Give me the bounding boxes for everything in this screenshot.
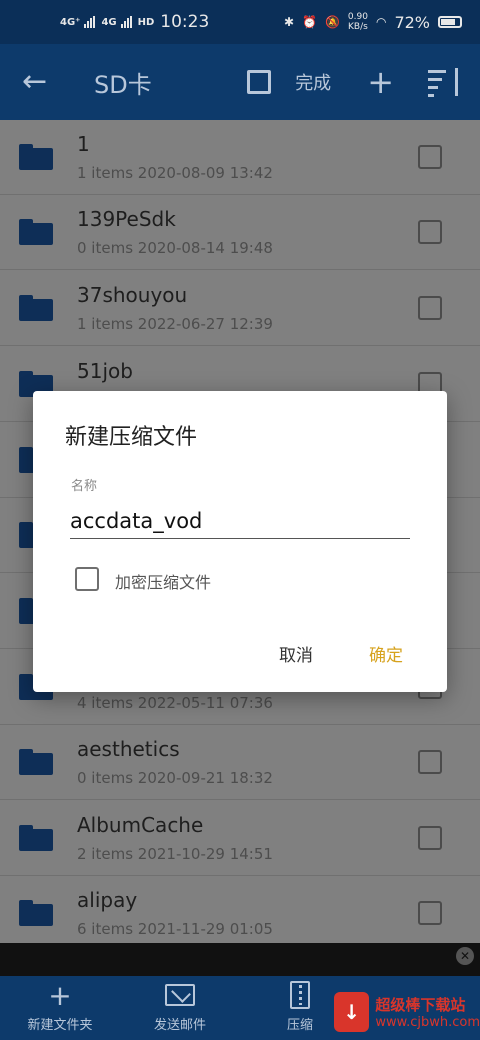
status-bar: 4G⁺ 4G HD 10:23 ✱ ⏰ 🔕 0.90 KB/s ◠ 72% bbox=[0, 0, 480, 44]
row-checkbox[interactable] bbox=[418, 750, 442, 774]
send-mail-button[interactable]: 发送邮件 bbox=[140, 976, 220, 1040]
cancel-button[interactable]: 取消 bbox=[279, 641, 313, 666]
folder-icon bbox=[19, 825, 53, 851]
site-watermark: ↓ 超级棒下载站 www.cjbwh.com bbox=[330, 984, 480, 1040]
watermark-line2: www.cjbwh.com bbox=[375, 1015, 480, 1030]
bluetooth-icon: ✱ bbox=[283, 15, 294, 29]
file-meta: 2 items 2021-10-29 14:51 bbox=[77, 845, 273, 863]
send-mail-label: 发送邮件 bbox=[153, 1018, 206, 1033]
signal-4g-plus-label: 4G⁺ bbox=[60, 16, 81, 28]
alarm-icon: ⏰ bbox=[302, 15, 317, 29]
compress-button[interactable]: 压缩 bbox=[262, 976, 338, 1040]
file-meta: 1 items 2022-06-27 12:39 bbox=[77, 315, 273, 333]
row-checkbox[interactable] bbox=[418, 826, 442, 850]
folder-icon bbox=[19, 144, 53, 170]
file-meta: 0 items 2020-08-14 19:48 bbox=[77, 239, 273, 257]
file-meta: 4 items 2022-05-11 07:36 bbox=[77, 694, 273, 712]
status-right: ✱ ⏰ 🔕 0.90 KB/s ◠ 72% bbox=[284, 12, 462, 32]
folder-icon bbox=[19, 749, 53, 775]
new-archive-dialog: 新建压缩文件 名称 加密压缩文件 取消 确定 bbox=[33, 391, 447, 692]
folder-icon bbox=[19, 295, 53, 321]
compress-label: 压缩 bbox=[286, 1018, 313, 1033]
archive-name-input[interactable] bbox=[70, 503, 410, 539]
file-name: 37shouyou bbox=[77, 283, 188, 307]
list-item[interactable]: 37shouyou 1 items 2022-06-27 12:39 bbox=[0, 271, 480, 346]
signal-4g-label: 4G bbox=[101, 16, 117, 28]
row-checkbox[interactable] bbox=[418, 901, 442, 925]
hd-label: HD bbox=[137, 16, 155, 28]
dialog-title: 新建压缩文件 bbox=[65, 425, 198, 450]
folder-icon bbox=[19, 900, 53, 926]
list-item[interactable]: aesthetics 0 items 2020-09-21 18:32 bbox=[0, 725, 480, 800]
network-speed: 0.90 KB/s bbox=[347, 12, 368, 32]
list-item[interactable]: AlbumCache 2 items 2021-10-29 14:51 bbox=[0, 801, 480, 876]
row-checkbox[interactable] bbox=[418, 220, 442, 244]
ad-banner: ✕ bbox=[0, 943, 480, 976]
sort-icon[interactable] bbox=[428, 66, 460, 98]
folder-icon bbox=[19, 219, 53, 245]
zip-icon bbox=[290, 981, 310, 1009]
file-name: AlbumCache bbox=[77, 813, 204, 837]
select-all-checkbox[interactable] bbox=[247, 70, 272, 94]
file-name: alipay bbox=[77, 888, 138, 912]
list-item[interactable]: alipay 6 items 2021-11-29 01:05 bbox=[0, 876, 480, 943]
file-meta: 0 items 2020-09-21 18:32 bbox=[77, 769, 273, 787]
file-name: 1 bbox=[77, 132, 90, 156]
done-button[interactable]: 完成 bbox=[295, 69, 331, 95]
list-item[interactable]: 1 1 items 2020-08-09 13:42 bbox=[0, 120, 480, 195]
file-name: 139PeSdk bbox=[77, 207, 176, 231]
wifi-icon: ◠ bbox=[375, 15, 387, 29]
file-meta: 6 items 2021-11-29 01:05 bbox=[77, 920, 273, 938]
row-checkbox[interactable] bbox=[418, 296, 442, 320]
back-arrow-icon[interactable]: ← bbox=[22, 67, 54, 97]
new-folder-label: 新建文件夹 bbox=[27, 1018, 93, 1033]
battery-icon bbox=[438, 16, 462, 28]
file-meta: 1 items 2020-08-09 13:42 bbox=[77, 164, 273, 182]
app-toolbar: ← SD卡 完成 + bbox=[0, 44, 480, 120]
close-icon[interactable]: ✕ bbox=[456, 947, 474, 965]
add-icon[interactable]: + bbox=[367, 66, 394, 98]
plus-icon: + bbox=[48, 978, 72, 1012]
file-name: 51job bbox=[77, 359, 133, 383]
signal-bars-icon bbox=[120, 16, 132, 28]
watermark-line1: 超级棒下载站 bbox=[375, 996, 466, 1014]
battery-percent: 72% bbox=[394, 12, 430, 32]
new-folder-button[interactable]: + 新建文件夹 bbox=[20, 976, 100, 1040]
clock: 10:23 bbox=[160, 12, 210, 32]
page-title: SD卡 bbox=[94, 70, 152, 99]
encrypt-checkbox-label[interactable]: 加密压缩文件 bbox=[115, 569, 211, 593]
mute-icon: 🔕 bbox=[324, 15, 340, 29]
mail-icon bbox=[165, 984, 195, 1006]
encrypt-checkbox[interactable] bbox=[75, 567, 99, 591]
list-item[interactable]: 139PeSdk 0 items 2020-08-14 19:48 bbox=[0, 195, 480, 270]
signal-bars-icon bbox=[84, 16, 96, 28]
file-name: aesthetics bbox=[77, 737, 180, 761]
row-checkbox[interactable] bbox=[418, 145, 442, 169]
name-field-label: 名称 bbox=[71, 479, 98, 494]
watermark-logo-icon: ↓ bbox=[334, 992, 370, 1032]
confirm-button[interactable]: 确定 bbox=[369, 641, 403, 666]
